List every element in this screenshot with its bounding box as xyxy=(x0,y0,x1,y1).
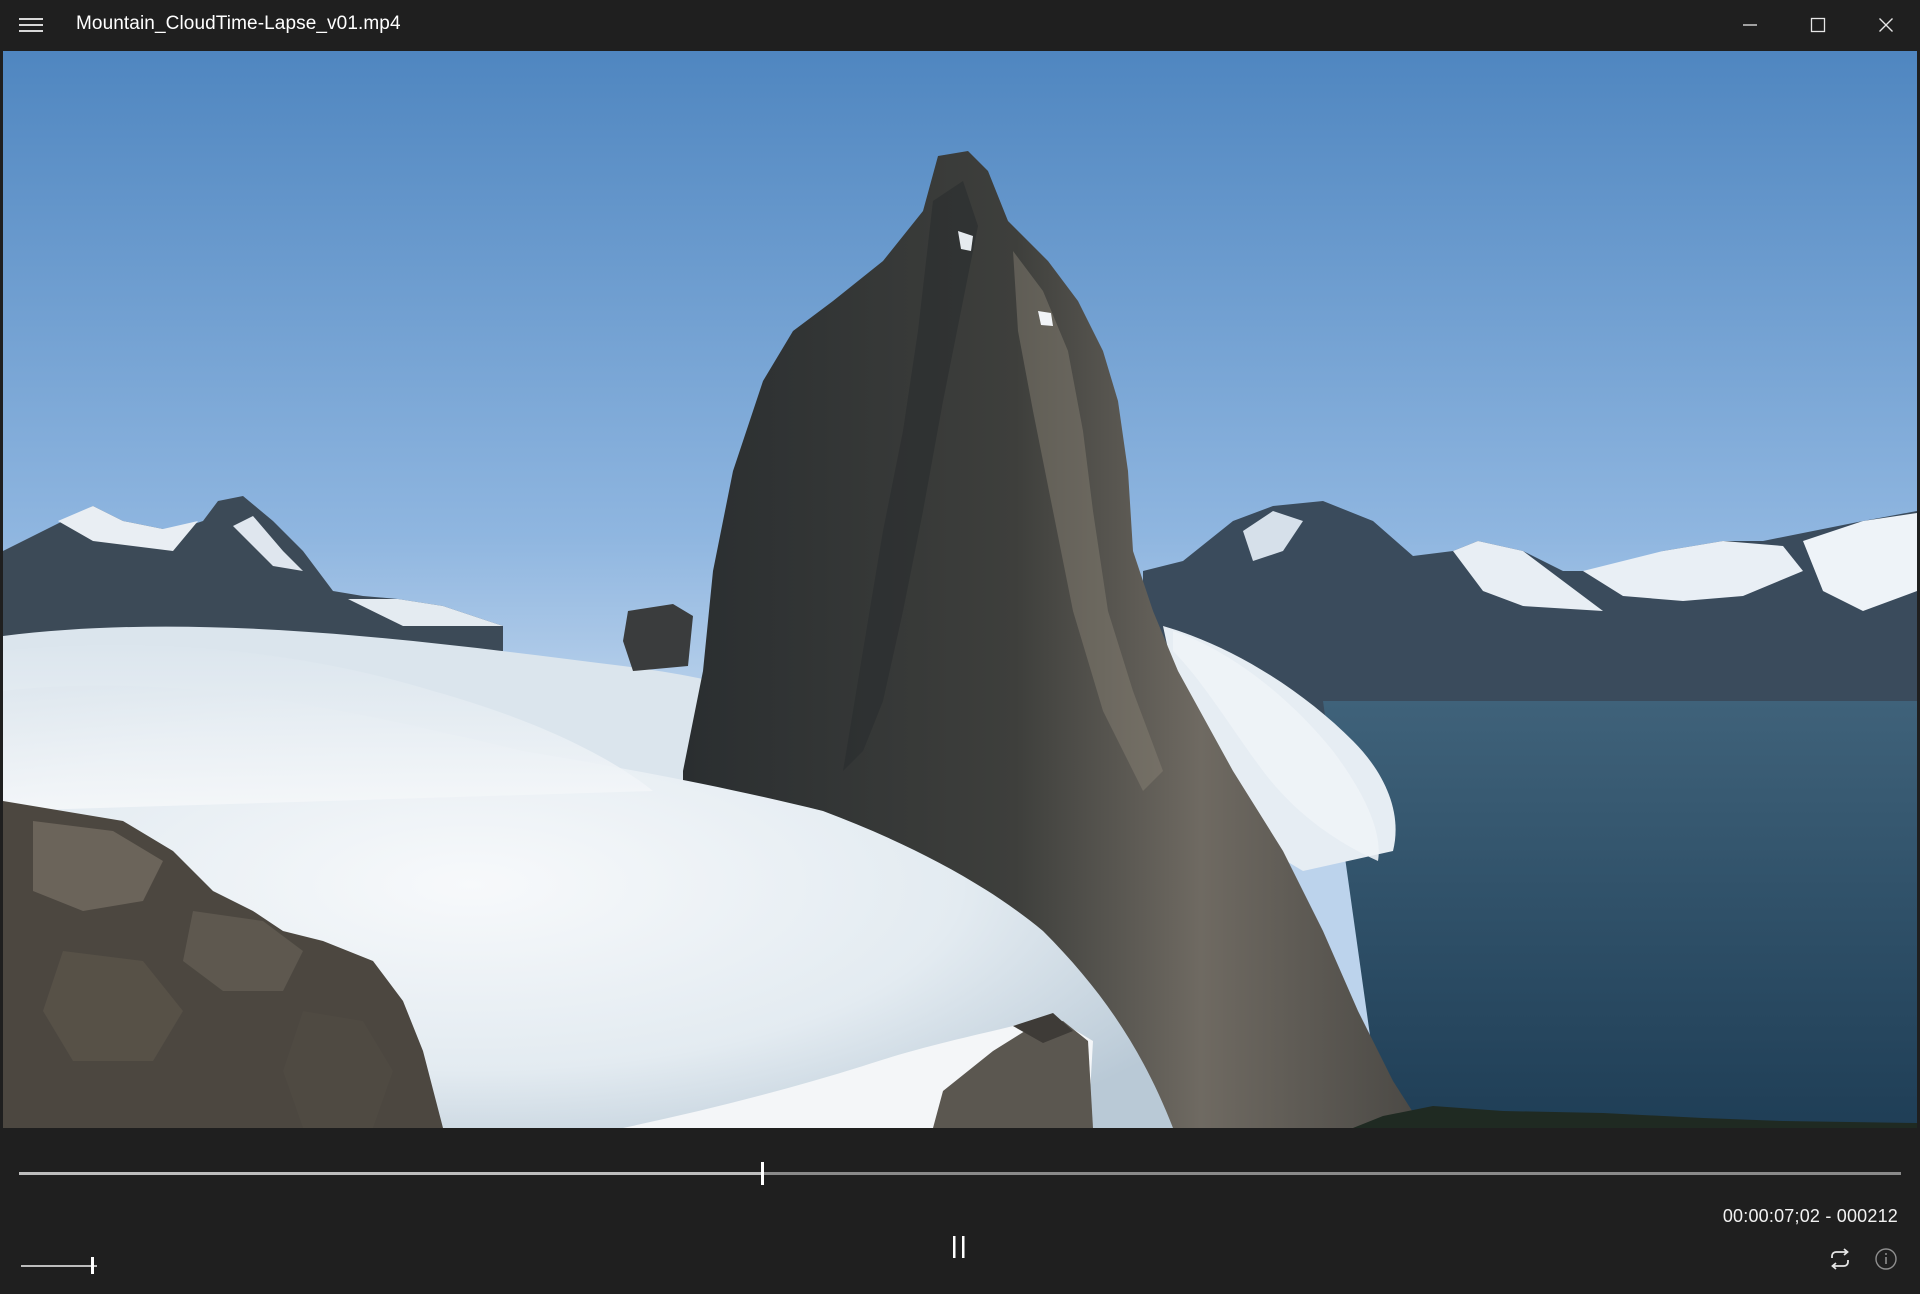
maximize-button[interactable] xyxy=(1784,0,1852,50)
timecode-display: 00:00:07;02 - 000212 xyxy=(1722,1206,1898,1226)
pause-icon xyxy=(953,1236,965,1258)
media-player-window: Mountain_CloudTime-Lapse_v01.mp4 00:00:0… xyxy=(0,0,1920,1294)
video-frame[interactable] xyxy=(3,51,1917,1128)
loop-button[interactable] xyxy=(1823,1242,1857,1276)
mountain-scene-illustration xyxy=(3,51,1917,1128)
title-bar: Mountain_CloudTime-Lapse_v01.mp4 xyxy=(0,0,1920,50)
seek-bar[interactable] xyxy=(19,1162,1901,1185)
volume-thumb[interactable] xyxy=(91,1257,94,1274)
minimize-icon xyxy=(1743,24,1757,26)
info-icon xyxy=(1875,1248,1897,1270)
window-controls xyxy=(1716,0,1920,50)
play-pause-button[interactable] xyxy=(940,1224,980,1270)
info-button[interactable] xyxy=(1869,1242,1903,1276)
seek-bar-thumb[interactable] xyxy=(761,1162,764,1185)
close-icon xyxy=(1879,18,1893,32)
volume-track xyxy=(21,1265,97,1267)
close-button[interactable] xyxy=(1852,0,1920,50)
minimize-button[interactable] xyxy=(1716,0,1784,50)
volume-slider[interactable] xyxy=(21,1256,97,1276)
window-title: Mountain_CloudTime-Lapse_v01.mp4 xyxy=(76,13,401,34)
hamburger-menu-icon[interactable] xyxy=(14,12,48,38)
maximize-icon xyxy=(1810,17,1826,33)
playback-controls: 00:00:07;02 - 000212 xyxy=(0,1128,1920,1294)
seek-bar-played xyxy=(19,1172,762,1175)
loop-icon xyxy=(1831,1248,1849,1270)
